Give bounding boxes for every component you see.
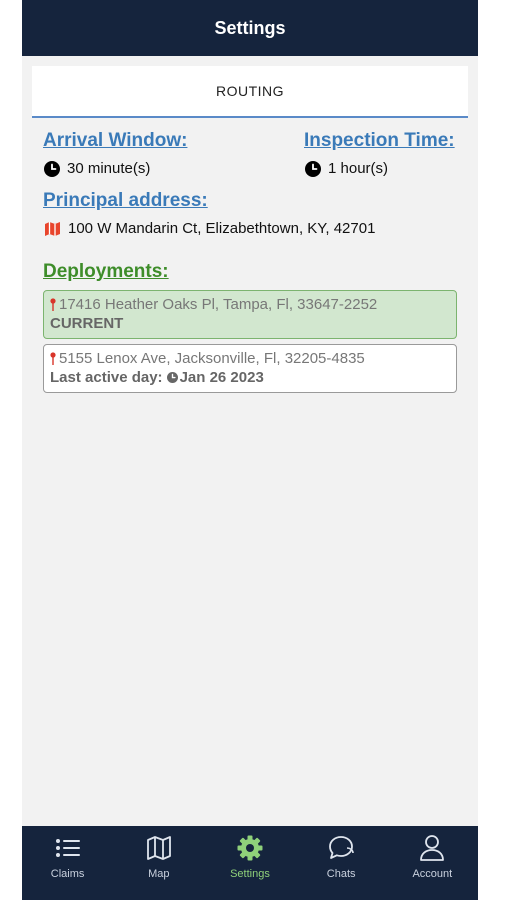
nav-map[interactable]: Map <box>119 832 199 880</box>
tab-routing[interactable]: ROUTING <box>32 66 468 118</box>
arrival-window-value: 30 minute(s) <box>67 160 151 177</box>
list-icon <box>55 839 80 857</box>
last-active-row: Last active day: Jan 26 2023 <box>50 369 450 386</box>
arrival-window-title: Arrival Window: <box>43 130 188 151</box>
nav-claims[interactable]: Claims <box>28 832 108 880</box>
last-active-date: Jan 26 2023 <box>179 369 264 386</box>
principal-address-row[interactable]: 100 W Mandarin Ct, Elizabethtown, KY, 42… <box>44 220 375 237</box>
nav-account[interactable]: Account <box>392 832 472 880</box>
pin-icon <box>50 352 56 365</box>
clock-icon <box>44 160 60 177</box>
arrival-window-value-row[interactable]: 30 minute(s) <box>44 160 150 177</box>
inspection-time-title: Inspection Time: <box>304 130 455 151</box>
deployment-address-row: 17416 Heather Oaks Pl, Tampa, Fl, 33647-… <box>50 296 450 313</box>
nav-settings[interactable]: Settings <box>210 832 290 880</box>
principal-address-title: Principal address: <box>43 190 208 211</box>
deployment-card-current[interactable]: 17416 Heather Oaks Pl, Tampa, Fl, 33647-… <box>43 290 457 339</box>
inspection-time-value: 1 hour(s) <box>328 160 389 177</box>
nav-claims-label: Claims <box>50 868 85 880</box>
deployment-card-past[interactable]: 5155 Lenox Ave, Jacksonville, Fl, 32205-… <box>43 344 457 393</box>
nav-account-label: Account <box>412 868 453 880</box>
map-icon <box>45 221 60 236</box>
clock-icon <box>166 372 178 383</box>
settings-screen: Settings ROUTING Arrival Window: 30 minu… <box>22 0 478 900</box>
pin-icon <box>50 298 56 311</box>
deployment-address: 5155 Lenox Ave, Jacksonville, Fl, 32205-… <box>59 350 365 367</box>
page-title: Settings <box>214 17 286 38</box>
deployment-address: 17416 Heather Oaks Pl, Tampa, Fl, 33647-… <box>59 296 378 313</box>
deployments-title: Deployments: <box>43 261 169 282</box>
principal-address-value: 100 W Mandarin Ct, Elizabethtown, KY, 42… <box>68 220 376 237</box>
gear-icon <box>237 835 263 861</box>
app-header: Settings <box>22 0 478 56</box>
nav-chats-label: Chats <box>326 868 356 880</box>
nav-settings-label: Settings <box>230 868 270 880</box>
person-icon <box>420 835 445 861</box>
deployment-status: CURRENT <box>50 315 124 332</box>
bottom-nav: Claims Map Settings Chats Account <box>22 826 478 900</box>
tab-routing-label: ROUTING <box>215 83 285 99</box>
clock-icon <box>305 160 321 177</box>
nav-chats[interactable]: Chats <box>301 832 381 880</box>
map-icon <box>146 836 171 860</box>
nav-map-label: Map <box>148 868 170 880</box>
deployment-address-row: 5155 Lenox Ave, Jacksonville, Fl, 32205-… <box>50 350 450 367</box>
inspection-time-value-row[interactable]: 1 hour(s) <box>305 160 388 177</box>
last-active-label: Last active day: <box>50 369 163 386</box>
chat-icon <box>329 836 354 859</box>
